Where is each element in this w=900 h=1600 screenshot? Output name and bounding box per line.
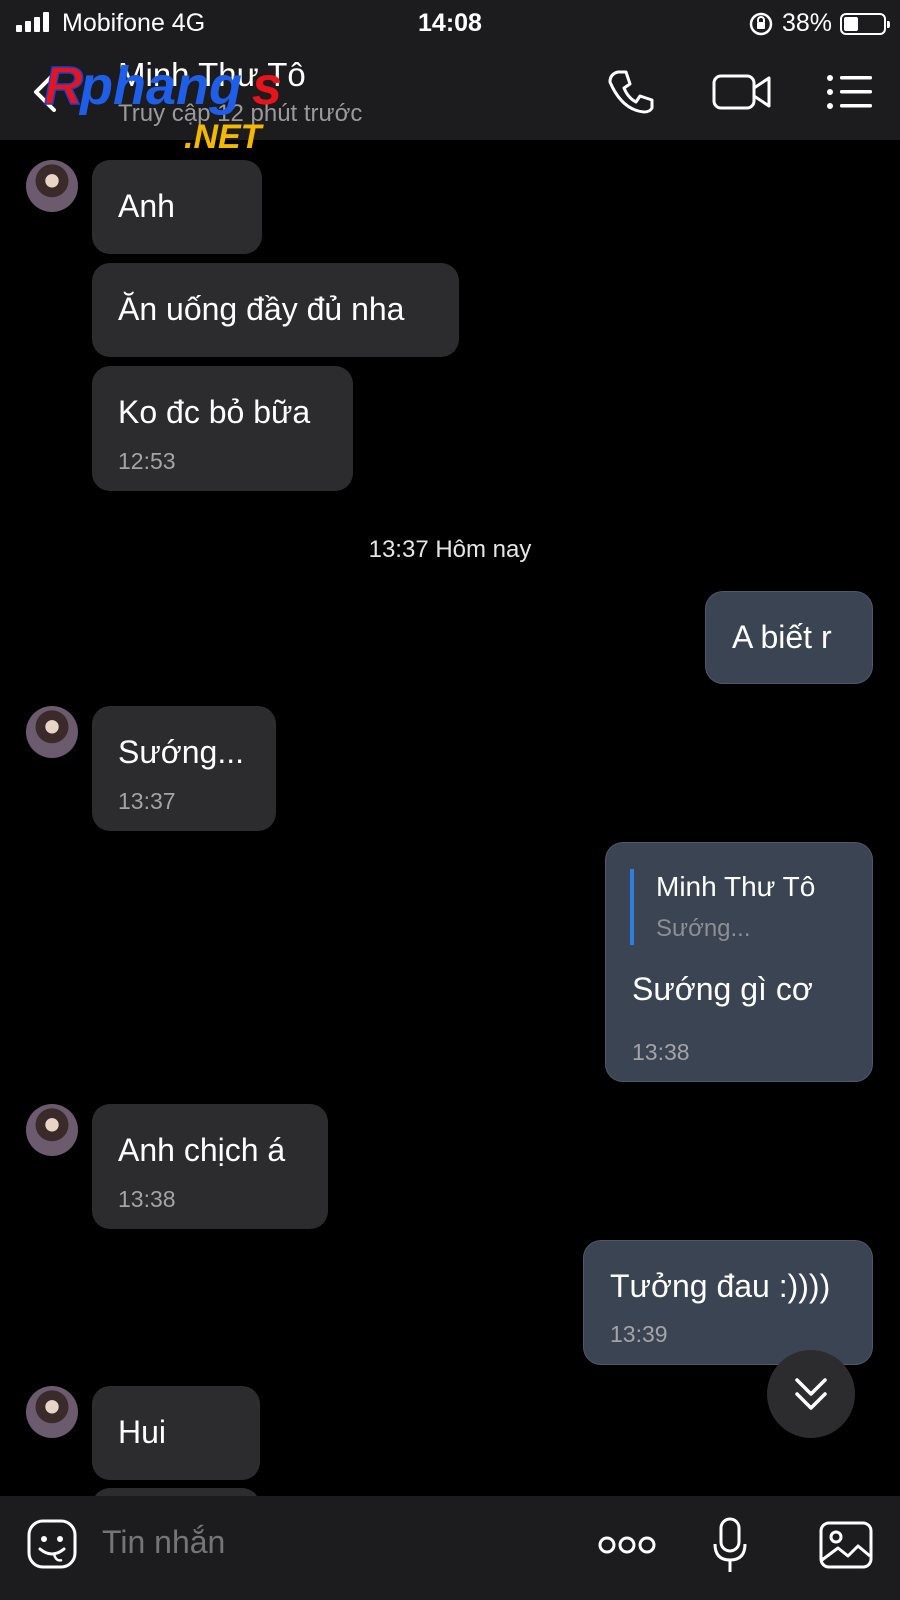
date-separator: 13:37 Hôm nay — [368, 536, 532, 563]
microphone-icon[interactable] — [712, 1516, 748, 1576]
message-text: Anh chịch á — [118, 1132, 286, 1168]
image-gallery-icon[interactable] — [818, 1520, 874, 1570]
message-bubble-outgoing-reply[interactable]: Minh Thư Tô Sướng... Sướng gì cơ 13:38 — [605, 842, 873, 1082]
message-text: Ko đc bỏ bữa — [118, 394, 311, 430]
message-timestamp: 12:53 — [118, 448, 176, 474]
message-timestamp: 13:38 — [632, 1039, 690, 1065]
message-timestamp: 13:37 — [118, 788, 176, 814]
scroll-to-bottom-button[interactable] — [767, 1350, 855, 1438]
message-text: Anh — [118, 188, 175, 224]
quoted-message[interactable]: Minh Thư Tô Sướng... — [630, 869, 815, 945]
video-call-icon[interactable] — [712, 66, 772, 118]
message-bubble-incoming[interactable]: Ko đc bỏ bữa 12:53 — [92, 366, 353, 491]
message-input-bar — [0, 1496, 900, 1600]
menu-list-icon[interactable] — [826, 66, 874, 118]
watermark-logo: R phang s .NET — [44, 56, 282, 156]
avatar[interactable] — [26, 706, 78, 758]
battery-icon — [840, 12, 890, 35]
svg-text:s: s — [252, 56, 282, 116]
orientation-lock-icon — [749, 12, 773, 35]
avatar[interactable] — [26, 1386, 78, 1438]
double-chevron-down-icon — [795, 1378, 827, 1410]
phone-call-icon[interactable] — [606, 66, 658, 118]
message-text: Hui — [118, 1414, 167, 1450]
message-bubble-outgoing[interactable]: A biết r — [705, 591, 873, 684]
message-input[interactable] — [102, 1524, 522, 1561]
svg-text:phang: phang — [78, 56, 242, 116]
message-bubble-incoming[interactable]: Sướng... 13:37 — [92, 706, 276, 831]
message-bubble-incoming[interactable]: Hui — [92, 1386, 260, 1480]
battery-percent: 38% — [781, 9, 832, 37]
message-bubble-incoming[interactable]: Anh chịch á 13:38 — [92, 1104, 328, 1229]
sticker-emoji-icon[interactable] — [26, 1518, 78, 1570]
avatar[interactable] — [26, 1104, 78, 1156]
message-timestamp: 13:39 — [610, 1321, 668, 1347]
message-timestamp: 13:38 — [118, 1186, 176, 1212]
quoted-text: Sướng... — [656, 915, 751, 942]
message-text: Ăn uống đầy đủ nha — [118, 291, 405, 327]
avatar[interactable] — [26, 160, 78, 212]
message-bubble-outgoing[interactable]: Tưởng đau :)))) 13:39 — [583, 1240, 873, 1365]
message-bubble-incoming[interactable]: Anh — [92, 160, 262, 254]
chat-header: Minh Thư Tô Truy cập 12 phút trước R pha… — [0, 46, 900, 156]
status-bar: Mobifone 4G 14:08 38% — [0, 0, 900, 46]
message-text: Sướng... — [118, 734, 245, 770]
message-text: Sướng gì cơ — [632, 971, 813, 1007]
svg-text:.NET: .NET — [184, 118, 265, 156]
more-options-icon[interactable] — [598, 1530, 656, 1560]
message-text: A biết r — [732, 619, 832, 655]
quoted-sender: Minh Thư Tô — [656, 871, 816, 902]
svg-text:R: R — [44, 56, 83, 116]
message-bubble-incoming[interactable]: Ăn uống đầy đủ nha — [92, 263, 459, 357]
message-text: Tưởng đau :)))) — [610, 1268, 831, 1304]
